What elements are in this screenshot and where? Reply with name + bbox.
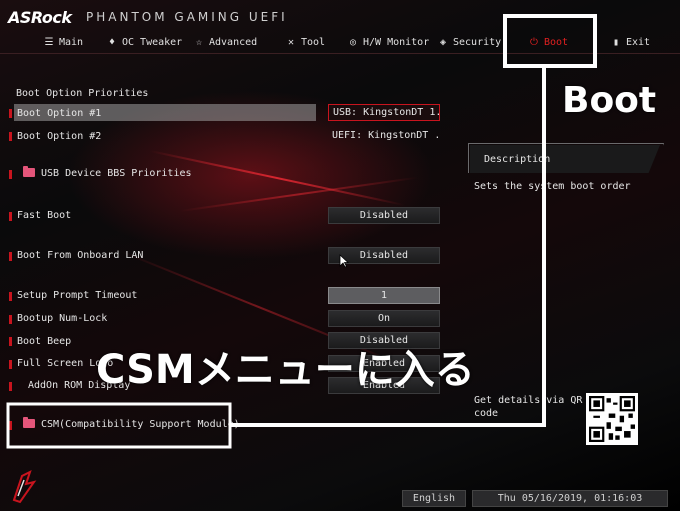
mouse-cursor-icon [339,254,349,268]
language-button[interactable]: English [402,490,466,507]
boot-tab-highlight-box [503,14,597,68]
boot-callout: Boot [562,80,657,121]
datetime-display: Thu 05/16/2019, 01:16:03 [472,490,668,507]
csm-callout: CSMメニューに入る [96,347,475,393]
phantom-gaming-logo-icon [12,470,37,504]
csm-highlight-box [6,402,232,449]
